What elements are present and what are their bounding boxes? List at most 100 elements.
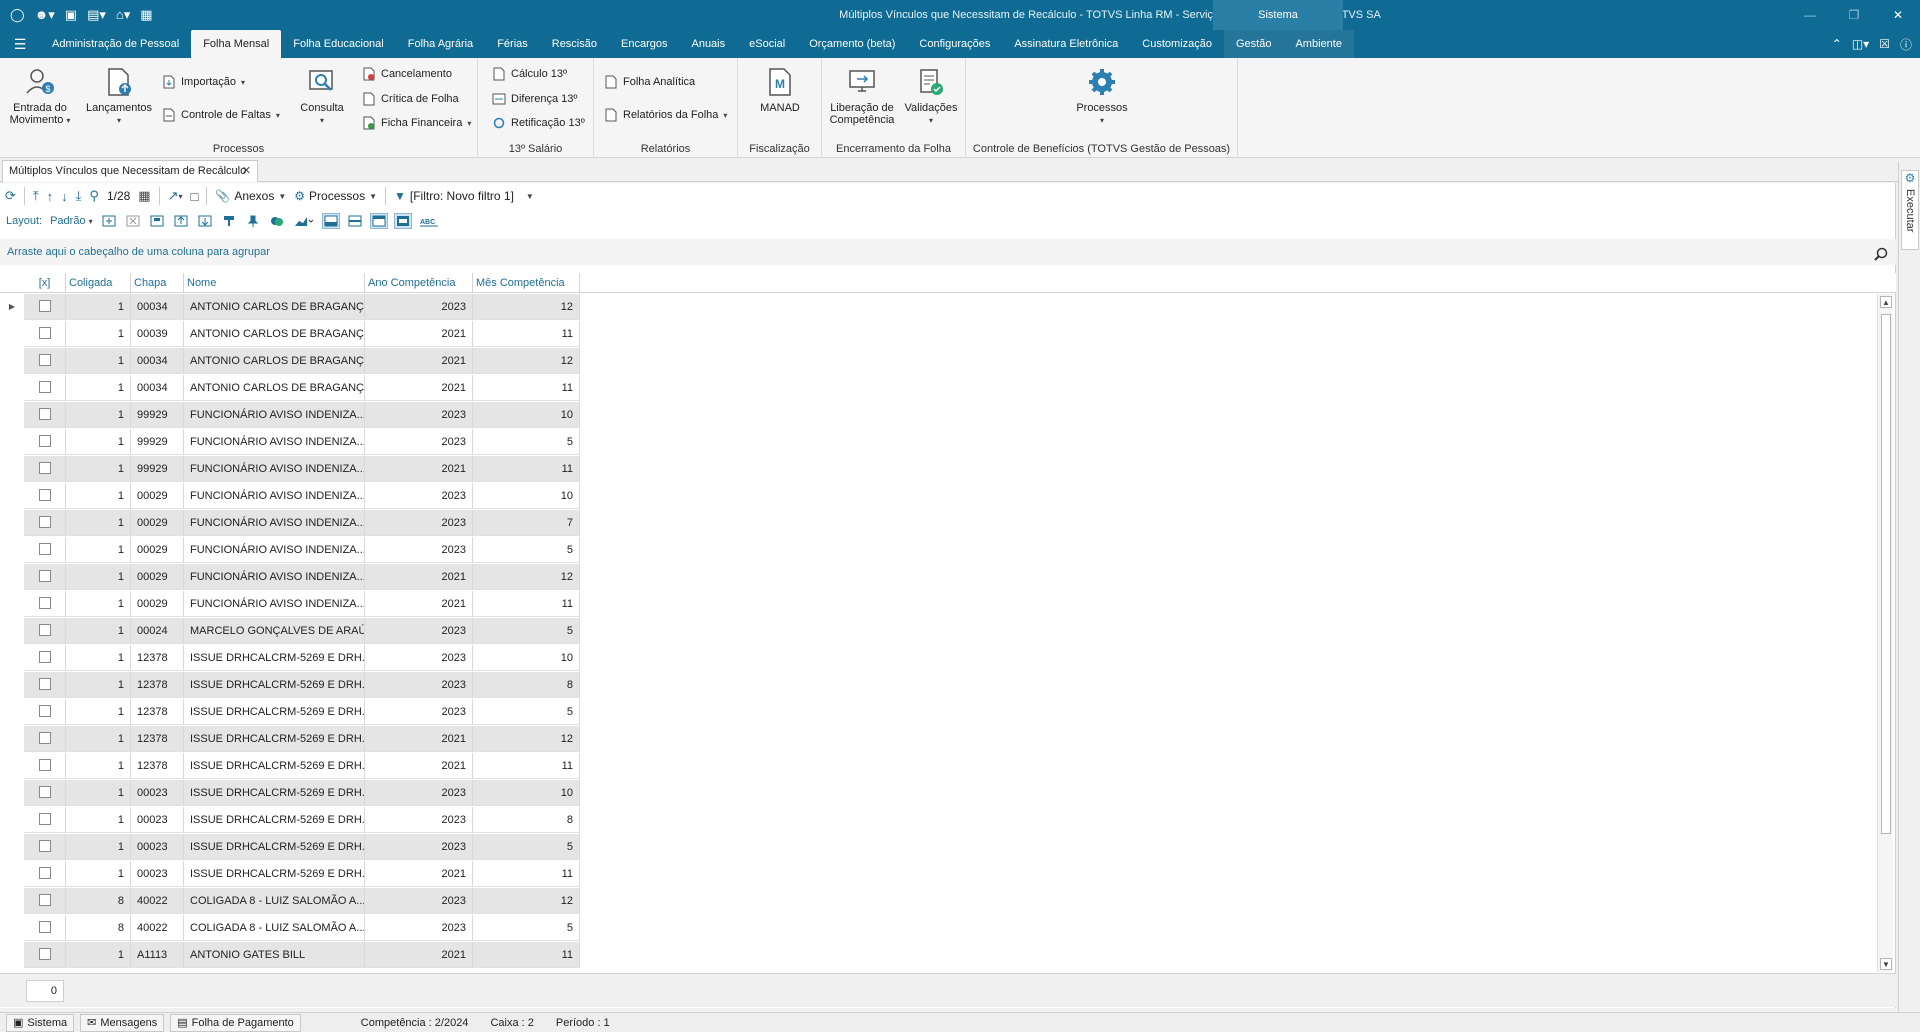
cell-mes-competencia[interactable]: 5 <box>473 915 580 941</box>
row-checkbox[interactable] <box>38 570 51 583</box>
cell-mes-competencia[interactable]: 5 <box>473 699 580 725</box>
tab-folha-mensal[interactable]: Folha Mensal <box>191 30 282 58</box>
cell-chapa[interactable]: 00023 <box>131 780 184 806</box>
cell-coligada[interactable]: 1 <box>66 321 131 347</box>
cell-mes-competencia[interactable]: 12 <box>473 888 580 914</box>
cell-coligada[interactable]: 1 <box>66 564 131 590</box>
cell-mes-competencia[interactable]: 12 <box>473 294 580 320</box>
cell-ano-competencia[interactable]: 2021 <box>365 456 473 482</box>
tab-ambiente[interactable]: Ambiente <box>1283 30 1354 58</box>
collapse-ribbon-icon[interactable]: ⌃ <box>1832 37 1842 51</box>
cell-coligada[interactable]: 1 <box>66 699 131 725</box>
row-checkbox[interactable] <box>38 921 51 934</box>
cell-chapa[interactable]: 00023 <box>131 807 184 833</box>
cell-ano-competencia[interactable]: 2023 <box>365 672 473 698</box>
user-icon[interactable]: ☻▾ <box>35 7 55 23</box>
cell-mes-competencia[interactable]: 11 <box>473 942 580 968</box>
row-checkbox[interactable] <box>38 705 51 718</box>
cell-coligada[interactable]: 1 <box>66 645 131 671</box>
cell-ano-competencia[interactable]: 2021 <box>365 348 473 374</box>
column-header-mes-competencia[interactable]: Mês Competência <box>473 273 580 293</box>
ficha-financeira-button[interactable]: Ficha Financeira ▾ <box>362 116 471 130</box>
cell-nome[interactable]: FUNCIONÁRIO AVISO INDENIZA... <box>184 564 365 590</box>
row-checkbox[interactable] <box>38 489 51 502</box>
cell-chapa[interactable]: 00034 <box>131 294 184 320</box>
document-icon[interactable]: □ <box>191 189 199 204</box>
row-checkbox[interactable] <box>38 435 51 448</box>
cell-ano-competencia[interactable]: 2021 <box>365 375 473 401</box>
cell-ano-competencia[interactable]: 2023 <box>365 834 473 860</box>
table-row[interactable]: 1 12378 ISSUE DRHCALCRM-5269 E DRH... 2023 1… <box>0 645 580 672</box>
cell-nome[interactable]: ANTONIO CARLOS DE BRAGANÇA <box>184 294 365 320</box>
cell-coligada[interactable]: 1 <box>66 429 131 455</box>
cell-ano-competencia[interactable]: 2023 <box>365 699 473 725</box>
cell-chapa[interactable]: 12378 <box>131 672 184 698</box>
cell-nome[interactable]: FUNCIONÁRIO AVISO INDENIZA... <box>184 429 365 455</box>
cell-nome[interactable]: FUNCIONÁRIO AVISO INDENIZA... <box>184 591 365 617</box>
cell-nome[interactable]: ISSUE DRHCALCRM-5269 E DRH... <box>184 753 365 779</box>
cell-nome[interactable]: FUNCIONÁRIO AVISO INDENIZA... <box>184 456 365 482</box>
close-icon[interactable]: ✕ <box>1876 0 1920 30</box>
table-row[interactable]: 1 00029 FUNCIONÁRIO AVISO INDENIZA... 2021 1… <box>0 564 580 591</box>
cell-chapa[interactable]: 00039 <box>131 321 184 347</box>
cell-nome[interactable]: ISSUE DRHCALCRM-5269 E DRH... <box>184 807 365 833</box>
cell-coligada[interactable]: 1 <box>66 861 131 887</box>
home-icon[interactable]: ⌂▾ <box>116 7 130 23</box>
tab-administracao[interactable]: Administração de Pessoal <box>40 30 191 58</box>
first-record-icon[interactable]: ⤒ <box>33 188 39 204</box>
cell-coligada[interactable]: 1 <box>66 402 131 428</box>
table-row[interactable]: 8 40022 COLIGADA 8 - LUIZ SALOMÃO A... 2023… <box>0 915 580 942</box>
validacoes-button[interactable]: Validações ▾ <box>902 66 960 127</box>
row-checkbox[interactable] <box>38 624 51 637</box>
row-checkbox[interactable] <box>38 759 51 772</box>
cell-ano-competencia[interactable]: 2023 <box>365 780 473 806</box>
import-layout-icon[interactable] <box>173 214 189 228</box>
cell-chapa[interactable]: 00029 <box>131 564 184 590</box>
cell-mes-competencia[interactable]: 10 <box>473 402 580 428</box>
cell-chapa[interactable]: 00029 <box>131 591 184 617</box>
cell-mes-competencia[interactable]: 8 <box>473 672 580 698</box>
cell-mes-competencia[interactable]: 5 <box>473 618 580 644</box>
cell-chapa[interactable]: 00023 <box>131 834 184 860</box>
row-checkbox[interactable] <box>38 543 51 556</box>
refresh-icon[interactable]: ⟳ <box>5 188 16 204</box>
cell-coligada[interactable]: 1 <box>66 537 131 563</box>
cell-mes-competencia[interactable]: 11 <box>473 753 580 779</box>
column-header-select-all[interactable]: [x] <box>24 273 66 293</box>
cell-coligada[interactable]: 1 <box>66 753 131 779</box>
cell-ano-competencia[interactable]: 2023 <box>365 915 473 941</box>
layout-icon[interactable]: ▤▾ <box>87 7 106 23</box>
tab-ferias[interactable]: Férias <box>485 30 540 58</box>
cell-ano-competencia[interactable]: 2023 <box>365 645 473 671</box>
table-row[interactable]: 1 00029 FUNCIONÁRIO AVISO INDENIZA... 2023 5 <box>0 537 580 564</box>
view-mode-3-icon[interactable] <box>369 213 388 229</box>
row-checkbox[interactable] <box>38 840 51 853</box>
cell-ano-competencia[interactable]: 2023 <box>365 807 473 833</box>
cell-chapa[interactable]: 00029 <box>131 537 184 563</box>
row-checkbox[interactable] <box>38 651 51 664</box>
cell-ano-competencia[interactable]: 2021 <box>365 726 473 752</box>
cell-coligada[interactable]: 1 <box>66 726 131 752</box>
cell-nome[interactable]: ISSUE DRHCALCRM-5269 E DRH... <box>184 861 365 887</box>
minimize-icon[interactable]: — <box>1788 0 1832 30</box>
cell-chapa[interactable]: 00034 <box>131 375 184 401</box>
cell-mes-competencia[interactable]: 8 <box>473 807 580 833</box>
row-checkbox[interactable] <box>38 516 51 529</box>
cell-coligada[interactable]: 8 <box>66 915 131 941</box>
cell-ano-competencia[interactable]: 2023 <box>365 483 473 509</box>
tab-folha-agraria[interactable]: Folha Agrária <box>396 30 485 58</box>
table-row[interactable]: 1 99929 FUNCIONÁRIO AVISO INDENIZA... 2023 1… <box>0 402 580 429</box>
processos-menu-button[interactable]: ⚙ Processos ▼ <box>294 189 377 203</box>
scroll-up-icon[interactable]: ▲ <box>1880 296 1892 308</box>
tab-rescisao[interactable]: Rescisão <box>540 30 609 58</box>
cell-mes-competencia[interactable]: 5 <box>473 429 580 455</box>
cell-nome[interactable]: FUNCIONÁRIO AVISO INDENIZA... <box>184 510 365 536</box>
cell-nome[interactable]: MARCELO GONÇALVES DE ARAÚ... <box>184 618 365 644</box>
table-row[interactable]: 1 A1113 ANTONIO GATES BILL 2021 11 <box>0 942 580 969</box>
restore-icon[interactable]: ❐ <box>1832 0 1876 30</box>
cell-nome[interactable]: ISSUE DRHCALCRM-5269 E DRH... <box>184 699 365 725</box>
column-header-coligada[interactable]: Coligada <box>66 273 131 293</box>
column-header-chapa[interactable]: Chapa <box>131 273 184 293</box>
paint-format-icon[interactable] <box>221 214 237 228</box>
cell-ano-competencia[interactable]: 2021 <box>365 321 473 347</box>
